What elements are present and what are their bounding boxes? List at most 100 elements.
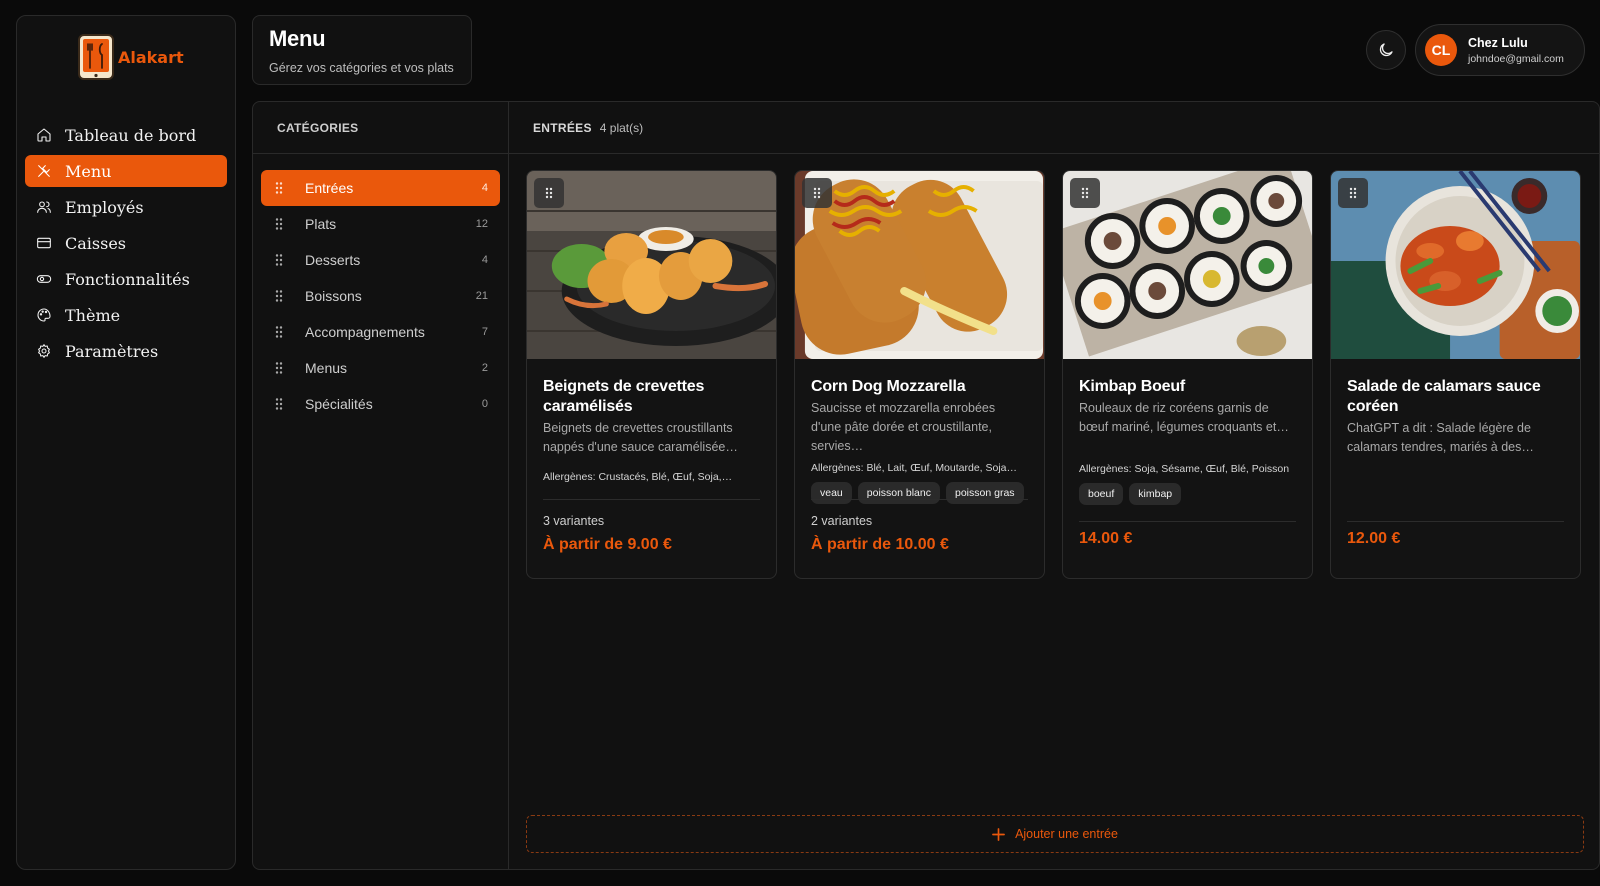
dish-allergens: Allergènes: Soja, Sésame, Œuf, Blé, Pois… xyxy=(1079,463,1290,475)
app-logo[interactable]: Alakart xyxy=(77,33,184,81)
user-menu[interactable]: CL Chez Lulu johndoe@gmail.com xyxy=(1415,24,1585,76)
app-name: Alakart xyxy=(118,47,184,67)
sidebar-item-parametres[interactable]: Paramètres xyxy=(25,335,227,367)
category-count: 7 xyxy=(481,326,488,338)
category-item[interactable]: Desserts 4 xyxy=(261,242,500,278)
grip-icon xyxy=(545,187,553,199)
category-count: 12 xyxy=(475,218,488,230)
sidebar-item-label: Tableau de bord xyxy=(65,125,197,145)
moon-icon xyxy=(1379,43,1393,57)
menu-panel: CATÉGORIES Entrées 4 Plats 12 Desserts 4 Boiss… xyxy=(252,101,1600,870)
card-drag-handle[interactable] xyxy=(1338,178,1368,208)
dish-allergens: Allergènes: Blé, Lait, Œuf, Moutarde, So… xyxy=(811,462,1018,474)
category-item[interactable]: Menus 2 xyxy=(261,350,500,386)
card-footer: 12.00 € xyxy=(1347,521,1564,548)
home-icon xyxy=(35,126,53,144)
dish-price: À partir de 10.00 € xyxy=(811,536,949,553)
sidebar-item-label: Caisses xyxy=(65,233,126,253)
card-footer: 14.00 € xyxy=(1079,521,1296,548)
dish-image-corndog xyxy=(795,171,1044,359)
user-info: Chez Lulu johndoe@gmail.com xyxy=(1468,36,1564,65)
dish-title: Kimbap Boeuf xyxy=(1079,378,1186,395)
page-title: Menu xyxy=(269,26,326,51)
grip-icon[interactable] xyxy=(271,216,287,232)
dish-title: Corn Dog Mozzarella xyxy=(811,378,966,395)
categories-column: CATÉGORIES Entrées 4 Plats 12 Desserts 4 Boiss… xyxy=(253,102,509,869)
sidebar-item-label: Menu xyxy=(65,161,112,181)
dish-image-calamari-salad xyxy=(1331,171,1580,359)
grip-icon xyxy=(813,187,821,199)
dish-card[interactable]: Salade de calamars sauce coréen ChatGPT … xyxy=(1330,170,1581,579)
dish-title: Beignets de crevettes caramélisés xyxy=(543,378,705,415)
avatar: CL xyxy=(1425,34,1457,66)
category-label: Desserts xyxy=(305,252,361,268)
category-label: Accompagnements xyxy=(305,324,425,340)
category-count: 4 xyxy=(481,254,488,266)
grip-icon[interactable] xyxy=(271,288,287,304)
dish-price: À partir de 9.00 € xyxy=(543,536,672,553)
card-footer: 3 variantes À partir de 9.00 € xyxy=(543,499,760,554)
dish-card[interactable]: Corn Dog Mozzarella Saucisse et mozzarel… xyxy=(794,170,1045,579)
dish-variants: 3 variantes xyxy=(543,514,605,528)
category-label: Boissons xyxy=(305,288,362,304)
tablet-fork-logo-icon xyxy=(78,34,114,80)
sidebar-item-fonctionnalites[interactable]: Fonctionnalités xyxy=(25,263,227,295)
dishes-column: ENTRÉES 4 plat(s) Beignets de crevettes … xyxy=(509,102,1599,869)
card-body: Salade de calamars sauce coréen ChatGPT … xyxy=(1331,359,1580,457)
dish-tags: boeuf kimbap xyxy=(1079,483,1296,505)
sidebar-item-label: Fonctionnalités xyxy=(65,269,190,289)
dish-card[interactable]: Kimbap Boeuf Rouleaux de riz coréens gar… xyxy=(1062,170,1313,579)
category-count: 21 xyxy=(475,290,488,302)
dish-tag: boeuf xyxy=(1079,483,1124,505)
card-footer: 2 variantes À partir de 10.00 € xyxy=(811,499,1028,554)
user-email: johndoe@gmail.com xyxy=(1468,52,1564,65)
grip-icon[interactable] xyxy=(271,252,287,268)
grip-icon[interactable] xyxy=(271,360,287,376)
grip-icon xyxy=(1349,187,1357,199)
page-header: Menu Gérez vos catégories et vos plats xyxy=(252,15,472,85)
card-drag-handle[interactable] xyxy=(802,178,832,208)
dish-variants: 2 variantes xyxy=(811,514,873,528)
grip-icon xyxy=(1081,187,1089,199)
category-label: Plats xyxy=(305,216,337,232)
card-drag-handle[interactable] xyxy=(534,178,564,208)
add-dish-label: Ajouter une entrée xyxy=(1015,827,1118,841)
card-body: Beignets de crevettes caramélisés Beigne… xyxy=(527,359,776,483)
category-item[interactable]: Plats 12 xyxy=(261,206,500,242)
dish-title: Salade de calamars sauce coréen xyxy=(1347,378,1541,415)
sidebar-item-tableau-de-bord[interactable]: Tableau de bord xyxy=(25,119,227,151)
toggle-icon xyxy=(35,270,53,288)
category-item[interactable]: Entrées 4 xyxy=(261,170,500,206)
gear-icon xyxy=(35,342,53,360)
category-item[interactable]: Boissons 21 xyxy=(261,278,500,314)
sidebar-item-label: Employés xyxy=(65,197,144,217)
dish-description: Rouleaux de riz coréens garnis de bœuf m… xyxy=(1079,401,1289,434)
card-drag-handle[interactable] xyxy=(1070,178,1100,208)
sidebar-item-caisses[interactable]: Caisses xyxy=(25,227,227,259)
category-item[interactable]: Accompagnements 7 xyxy=(261,314,500,350)
category-count: 4 xyxy=(481,182,488,194)
sidebar-item-theme[interactable]: Thème xyxy=(25,299,227,331)
sidebar: Alakart Tableau de bord Menu Employés Ca… xyxy=(16,15,236,870)
grip-icon[interactable] xyxy=(271,324,287,340)
user-name: Chez Lulu xyxy=(1468,35,1528,50)
dish-card[interactable]: Beignets de crevettes caramélisés Beigne… xyxy=(526,170,777,579)
categories-list: Entrées 4 Plats 12 Desserts 4 Boissons 21 Accomp… xyxy=(253,154,508,422)
sidebar-nav: Tableau de bord Menu Employés Caisses Fo… xyxy=(25,119,227,371)
add-dish-button[interactable]: Ajouter une entrée xyxy=(526,815,1584,853)
dish-image-kimbap xyxy=(1063,171,1312,359)
sidebar-item-employes[interactable]: Employés xyxy=(25,191,227,223)
theme-toggle-button[interactable] xyxy=(1366,30,1406,70)
sidebar-item-label: Thème xyxy=(65,305,121,325)
dish-price: 14.00 € xyxy=(1079,530,1133,547)
grip-icon[interactable] xyxy=(271,180,287,196)
grip-icon[interactable] xyxy=(271,396,287,412)
users-icon xyxy=(35,198,53,216)
page-subtitle: Gérez vos catégories et vos plats xyxy=(269,61,454,75)
categories-header: CATÉGORIES xyxy=(253,102,508,154)
sidebar-item-menu[interactable]: Menu xyxy=(25,155,227,187)
category-item[interactable]: Spécialités 0 xyxy=(261,386,500,422)
dish-price: 12.00 € xyxy=(1347,530,1401,547)
dishes-header-count: 4 plat(s) xyxy=(599,120,644,135)
credit-card-icon xyxy=(35,234,53,252)
